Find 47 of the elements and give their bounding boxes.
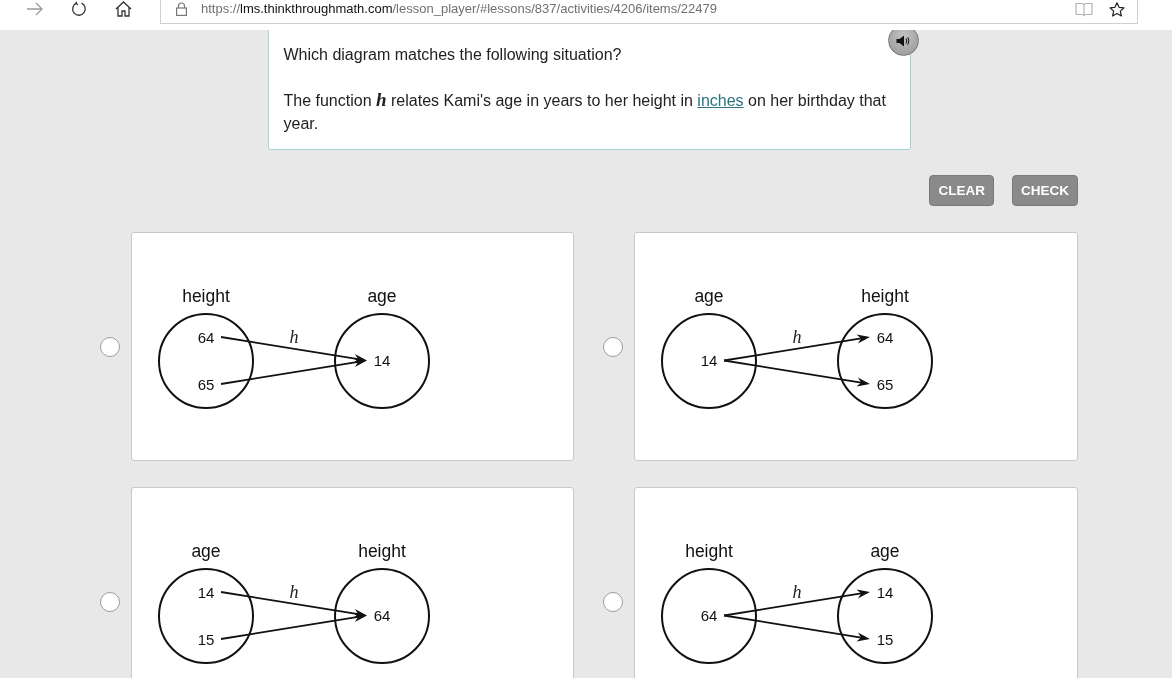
set-element: 65 — [197, 375, 215, 393]
home-icon — [114, 0, 132, 17]
radio-button[interactable] — [100, 336, 120, 357]
set-label: height — [358, 541, 406, 561]
set-element: 14 — [876, 583, 894, 601]
audio-button[interactable] — [887, 30, 919, 56]
set-label: height — [685, 541, 733, 561]
set-label: height — [861, 286, 909, 306]
lock-icon — [176, 2, 187, 16]
function-label: h — [792, 327, 802, 347]
set-element: 14 — [373, 352, 391, 369]
answer-card[interactable]: height age 64 14 15 h — [634, 487, 1078, 678]
set-element: 64 — [700, 607, 718, 624]
set-label: age — [870, 541, 900, 561]
radio-button[interactable] — [603, 591, 623, 612]
set-element: 64 — [876, 328, 894, 346]
set-element: 65 — [876, 375, 894, 393]
forward-arrow-icon — [26, 1, 44, 16]
set-element: 14 — [197, 583, 215, 601]
vocabulary-link[interactable]: inches — [697, 92, 744, 109]
answer-card[interactable]: age height 14 15 64 h — [131, 487, 574, 678]
star-icon — [1109, 1, 1125, 17]
favorite-button[interactable] — [1109, 1, 1125, 17]
set-element: 15 — [876, 630, 894, 648]
url-text: https://lms.thinkthroughmath.com/lesson_player/#lessons/837/activities/4206/items/22479 — [201, 1, 717, 17]
set-element: 14 — [700, 352, 718, 369]
set-label: age — [694, 286, 724, 306]
set-element: 64 — [197, 328, 215, 346]
situation-text: The function h relates Kami's age in years to her height in inches on her birthday that year. — [283, 88, 887, 134]
reading-view-button[interactable] — [1075, 1, 1093, 17]
speaker-icon — [896, 34, 910, 47]
set-element: 64 — [373, 607, 391, 624]
book-icon — [1075, 1, 1093, 17]
question-text: Which diagram matches the following situation? — [283, 45, 623, 65]
set-label: height — [182, 286, 230, 306]
set-label: age — [191, 541, 221, 561]
function-label: h — [289, 582, 299, 602]
answer-card[interactable]: age height 14 64 65 h — [634, 232, 1078, 461]
function-label: h — [289, 327, 299, 347]
radio-button[interactable] — [603, 336, 623, 357]
radio-button[interactable] — [100, 591, 120, 612]
function-label: h — [792, 582, 802, 602]
refresh-icon — [71, 0, 87, 17]
address-bar[interactable]: https://lms.thinkthroughmath.com/lesson_player/#lessons/837/activities/4206/items/22479 — [160, 0, 1138, 24]
answer-card[interactable]: height age 64 65 14 h — [131, 232, 574, 461]
set-element: 15 — [197, 630, 215, 648]
set-label: age — [367, 286, 397, 306]
